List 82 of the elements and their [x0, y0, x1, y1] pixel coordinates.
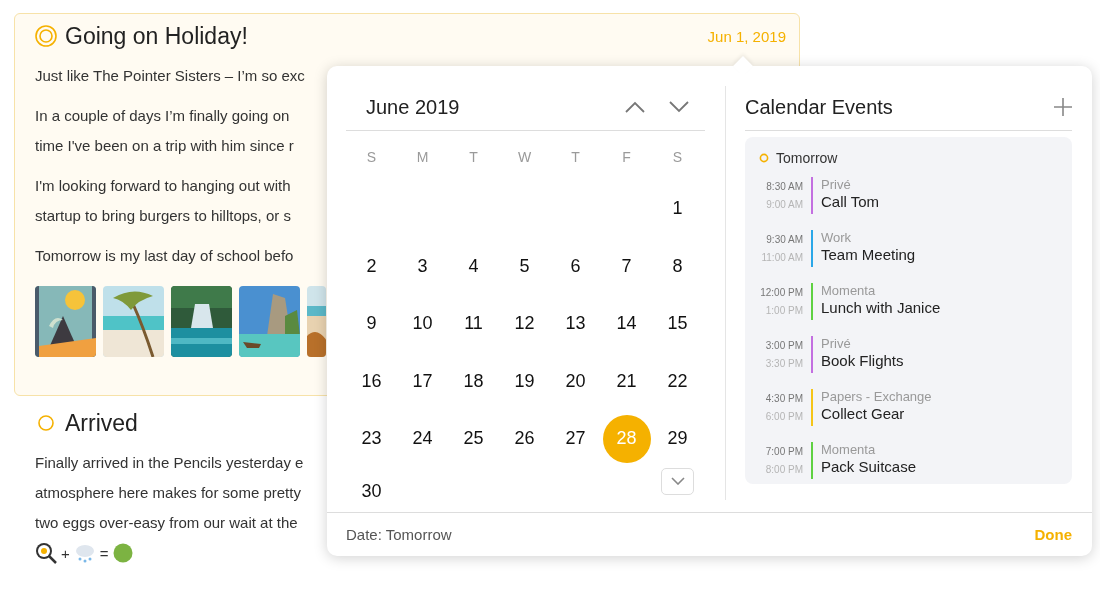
end-time: 9:00 AM [766, 199, 803, 210]
calendar-day[interactable]: 19 [500, 357, 549, 406]
start-time: 4:30 PM [765, 393, 803, 404]
calendar-day[interactable]: 10 [398, 299, 447, 348]
events-title: Calendar Events [745, 95, 893, 119]
event-title[interactable]: Pack Suitcase [821, 458, 917, 475]
event-title[interactable]: Collect Gear [821, 405, 932, 422]
weekday-label: W [517, 147, 532, 165]
weekday-label: S [672, 147, 683, 165]
event-title[interactable]: Book Flights [821, 352, 904, 369]
calendar-day[interactable]: 17 [398, 357, 447, 406]
calendar-day[interactable]: 2 [347, 242, 396, 291]
calendar-name: Work [821, 230, 853, 245]
frying-pan-icon [35, 542, 57, 564]
calendar-day[interactable]: 26 [500, 414, 549, 463]
event-title[interactable]: Team Meeting [821, 246, 916, 263]
end-time: 1:00 PM [765, 305, 803, 316]
calendar-day[interactable]: 3 [398, 242, 447, 291]
weekday-label: S [366, 147, 377, 165]
end-time: 3:30 PM [765, 358, 803, 369]
calendar-day[interactable]: 24 [398, 414, 447, 463]
calendar-name: Papers - Exchange [821, 389, 932, 404]
calendar-day[interactable]: 15 [653, 299, 702, 348]
start-time: 7:00 PM [765, 446, 803, 457]
calendar-day[interactable]: 22 [653, 357, 702, 406]
end-time: 11:00 AM [761, 252, 803, 263]
start-time: 9:30 AM [766, 234, 803, 245]
note-paragraph: Tomorrow is my last day of school befo [35, 246, 294, 266]
calendar-day[interactable]: 29 [653, 414, 702, 463]
calendar-day[interactable]: 4 [449, 242, 498, 291]
calendar-day[interactable]: 8 [653, 242, 702, 291]
round-emoji-icon [112, 543, 133, 563]
end-time: 6:00 PM [765, 411, 803, 422]
weekday-label: T [571, 147, 580, 165]
calendar-day[interactable]: 13 [551, 299, 600, 348]
note-date: Jun 1, 2019 [707, 27, 786, 45]
calendar-day[interactable]: 16 [347, 357, 396, 406]
weekday-label: T [469, 147, 478, 165]
calendar-day[interactable]: 27 [551, 414, 600, 463]
calendar-name: Momenta [821, 442, 877, 457]
event-title[interactable]: Lunch with Janice [821, 299, 941, 316]
note-paragraph: Finally arrived in the Pencils yesterday e atmosphere here makes for some pretty two eggs over-easy from our wait at the [35, 453, 304, 533]
calendar-day[interactable]: 1 [653, 184, 702, 233]
note-paragraph: I'm looking forward to hanging out with startup to bring burgers to hilltops, or s [35, 176, 291, 226]
calendar-day[interactable]: 9 [347, 299, 396, 348]
calendar-day[interactable]: 18 [449, 357, 498, 406]
add-icon[interactable] [1054, 98, 1072, 116]
calendar-day[interactable]: 23 [347, 414, 396, 463]
calendar-day[interactable]: 7 [602, 242, 651, 291]
calendar-day[interactable]: 12 [500, 299, 549, 348]
calendar-name: Privé [821, 336, 852, 351]
calendar-day[interactable]: 6 [551, 242, 600, 291]
calendar-day[interactable]: 25 [449, 414, 498, 463]
calendar-day[interactable]: 21 [602, 357, 651, 406]
start-time: 12:00 PM [760, 287, 803, 298]
note-title: Going on Holiday! [65, 22, 248, 50]
equals-sign: = [99, 544, 109, 562]
event-title[interactable]: Call Tom [821, 193, 880, 210]
calendar-day[interactable]: 11 [449, 299, 498, 348]
start-time: 8:30 AM [766, 181, 803, 192]
chevron-up-icon[interactable] [625, 101, 645, 113]
plus-sign: + [61, 544, 70, 562]
chevron-down-icon [670, 477, 685, 485]
date-label: Date: Tomorrow [346, 526, 452, 543]
note-title: Arrived [65, 409, 138, 437]
day-label: Tomorrow [776, 150, 838, 166]
calendar-name: Momenta [821, 283, 877, 298]
ring-icon [759, 153, 769, 163]
chevron-down-icon[interactable] [669, 101, 689, 113]
note-paragraph: In a couple of days I’m finally going on time I've been on a trip with him since r [35, 106, 294, 156]
weekday-label: M [416, 147, 429, 165]
note-paragraph: Just like The Pointer Sisters – I’m so exc [35, 66, 305, 86]
end-time: 8:00 PM [765, 464, 803, 475]
calendar-day[interactable]: 14 [602, 299, 651, 348]
calendar-day[interactable]: 20 [551, 357, 600, 406]
calendar-name: Privé [821, 177, 852, 192]
start-time: 3:00 PM [765, 340, 803, 351]
calendar-day[interactable]: 30 [347, 467, 396, 512]
month-title: June 2019 [366, 95, 460, 119]
calendar-day[interactable]: 5 [500, 242, 549, 291]
weekday-label: F [622, 147, 631, 165]
snow-cloud-icon [73, 542, 96, 564]
